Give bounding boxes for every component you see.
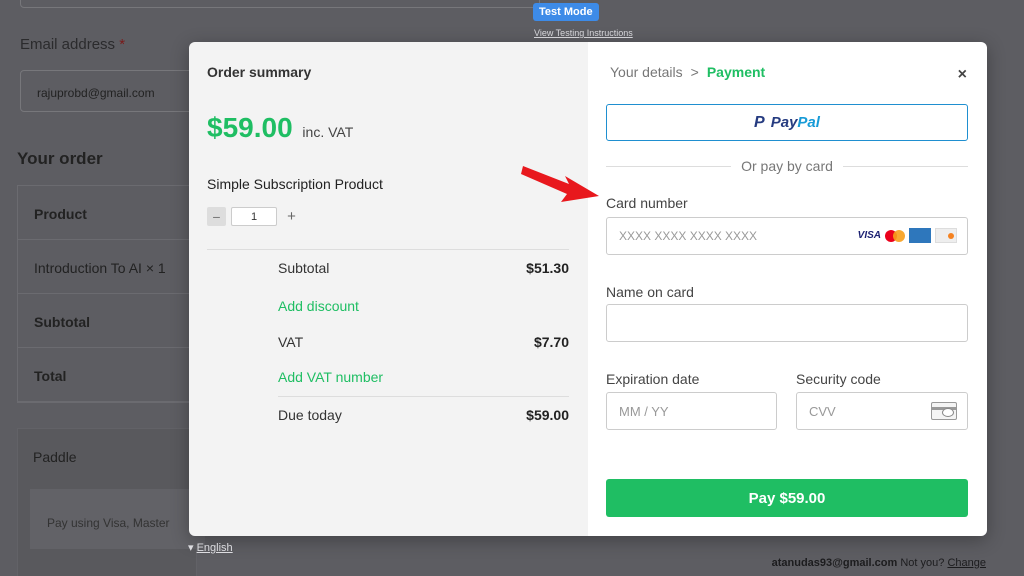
paddle-payment-box: Paddle Pay using Visa, Master: [17, 428, 205, 576]
due-today-label: Due today: [278, 407, 342, 423]
email-label: Email address *: [20, 36, 125, 53]
language-selector[interactable]: ▾ English: [188, 541, 233, 554]
paddle-description: Pay using Visa, Master: [30, 489, 205, 549]
card-number-label: Card number: [606, 195, 688, 211]
pay-button[interactable]: Pay $59.00: [606, 479, 968, 517]
paypal-button[interactable]: P PayPal: [606, 104, 968, 141]
chevron-down-icon: ▾: [188, 542, 194, 554]
card-number-input[interactable]: XXXX XXXX XXXX XXXX VISA: [606, 217, 968, 255]
your-order-heading: Your order: [17, 149, 103, 168]
expiration-date-input[interactable]: MM / YY: [606, 392, 777, 430]
price-amount: $59.00: [207, 112, 293, 143]
quantity-stepper: − 1 +: [207, 207, 301, 226]
add-vat-number-link[interactable]: Add VAT number: [278, 369, 383, 385]
subtotal-row: Subtotal $51.30: [278, 260, 569, 276]
total-price: $59.00 inc. VAT: [207, 112, 353, 144]
checkout-modal: Order summary $59.00 inc. VAT Simple Sub…: [189, 42, 987, 536]
quantity-input[interactable]: 1: [231, 207, 277, 226]
card-number-placeholder: XXXX XXXX XXXX XXXX: [619, 229, 758, 243]
security-code-input[interactable]: CVV: [796, 392, 968, 430]
footer-user: atanudas93@gmail.com Not you? Change: [772, 557, 986, 569]
name-on-card-input[interactable]: [606, 304, 968, 342]
subtotal-value: $51.30: [526, 260, 569, 276]
discount-row: Add discount: [278, 298, 569, 314]
mastercard-icon: [885, 229, 905, 242]
vat-number-row: Add VAT number: [278, 369, 569, 385]
breadcrumb: Your details > Payment: [610, 64, 765, 80]
order-row-subtotal: Subtotal: [18, 294, 196, 348]
breadcrumb-your-details[interactable]: Your details: [610, 64, 683, 80]
divider: [207, 249, 569, 250]
vat-row: VAT $7.70: [278, 334, 569, 350]
order-row-total: Total: [18, 348, 196, 402]
vat-value: $7.70: [533, 334, 569, 350]
due-today-row: Due today $59.00: [278, 407, 569, 423]
paypal-icon: P: [754, 113, 765, 131]
expiration-placeholder: MM / YY: [619, 403, 669, 419]
quantity-increase-button[interactable]: +: [282, 207, 301, 226]
payment-panel: Your details > Payment × P PayPal Or pay b…: [588, 42, 987, 536]
or-divider: Or pay by card: [606, 158, 968, 174]
paypal-label-pal: Pal: [797, 114, 820, 131]
paypal-label: PayPal: [771, 114, 820, 131]
card-brands: VISA: [858, 228, 957, 243]
breadcrumb-payment: Payment: [706, 64, 766, 80]
cvv-card-icon: [931, 402, 957, 420]
order-summary-title: Order summary: [207, 64, 312, 80]
test-mode-badge: Test Mode: [533, 3, 599, 21]
visa-icon: VISA: [857, 230, 881, 241]
or-pay-by-card-text: Or pay by card: [741, 158, 833, 174]
language-label: English: [196, 542, 233, 554]
add-discount-link[interactable]: Add discount: [278, 298, 359, 314]
required-marker: *: [119, 36, 126, 53]
product-name: Simple Subscription Product: [207, 176, 383, 192]
discover-icon: [935, 228, 957, 243]
price-suffix: inc. VAT: [302, 124, 354, 140]
amex-icon: [909, 228, 931, 243]
order-summary-panel: Order summary $59.00 inc. VAT Simple Sub…: [189, 42, 588, 536]
user-email: atanudas93@gmail.com: [771, 557, 898, 569]
quantity-decrease-button[interactable]: −: [207, 207, 226, 226]
order-row-item: Introduction To AI × 1: [18, 240, 196, 294]
testing-instructions-link[interactable]: View Testing Instructions: [534, 28, 633, 38]
red-arrow-annotation: [521, 166, 599, 202]
email-field[interactable]: rajuprobd@gmail.com: [20, 70, 200, 112]
subtotal-label: Subtotal: [278, 260, 330, 276]
cvv-placeholder: CVV: [809, 403, 836, 419]
divider: [278, 396, 569, 397]
breadcrumb-separator: >: [690, 64, 699, 80]
order-row-product: Product: [18, 186, 196, 240]
due-today-value: $59.00: [526, 407, 569, 423]
name-on-card-label: Name on card: [606, 284, 694, 300]
paddle-label: Paddle: [33, 449, 77, 465]
vat-label: VAT: [278, 334, 304, 350]
security-code-label: Security code: [796, 371, 881, 387]
email-label-text: Email address: [20, 36, 116, 53]
paypal-label-pay: Pay: [770, 114, 798, 131]
close-icon[interactable]: ×: [958, 66, 967, 84]
order-table: Product Introduction To AI × 1 Subtotal …: [17, 185, 197, 403]
not-you-text: Not you?: [900, 557, 945, 569]
top-field: [20, 0, 540, 8]
expiration-date-label: Expiration date: [606, 371, 700, 387]
change-user-link[interactable]: Change: [947, 557, 986, 569]
